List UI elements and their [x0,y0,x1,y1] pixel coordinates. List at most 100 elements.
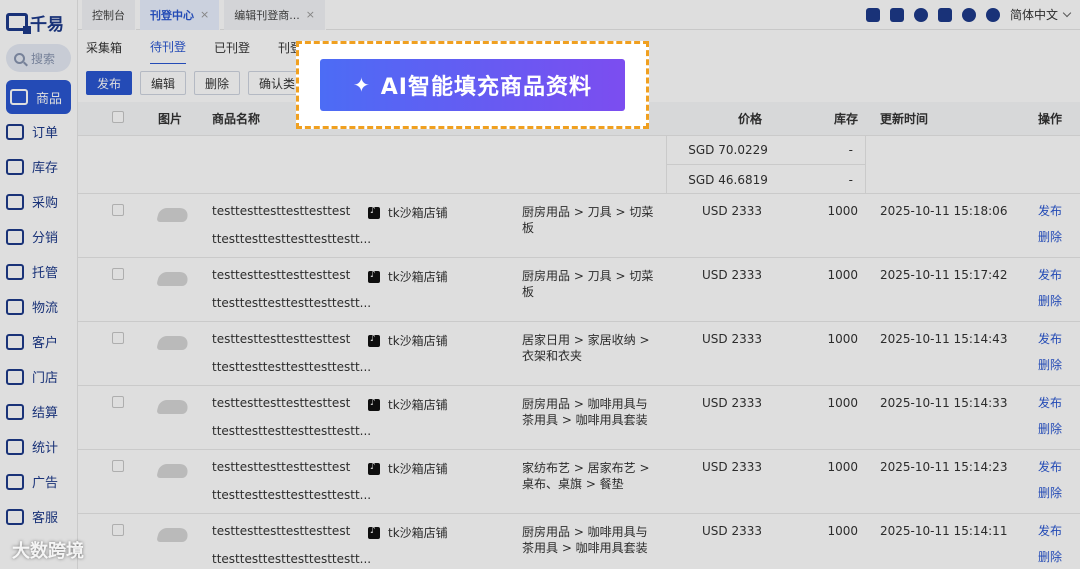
shop-name: tk沙箱店铺 [388,206,448,220]
tiktok-icon [368,334,380,347]
product-price: USD 2333 [702,396,762,410]
publish-button[interactable]: 发布 [86,71,133,95]
tab-console[interactable]: 控制台 [82,0,136,30]
product-category: 厨房用品 > 刀具 > 切菜板 [522,269,654,299]
order-icon [6,123,24,140]
row-checkbox[interactable] [112,332,124,344]
product-name[interactable]: testtesttesttesttesttest [212,332,368,346]
sidebar-item-label: 托管 [32,266,59,281]
subtab-published[interactable]: 已刊登 [214,31,250,64]
logo-text: 千易 [30,14,64,35]
sidebar-item-customers[interactable]: 客户 [0,324,77,359]
download-icon[interactable] [889,7,904,22]
product-name[interactable]: testtesttesttesttesttest [212,396,368,410]
header-updated: 更新时间 [880,112,929,126]
product-category: 居家日用 > 家居收纳 > 衣架和衣夹 [522,333,650,363]
updated-time: 2025-10-11 15:18:06 [880,204,1008,218]
help-icon[interactable] [961,7,976,22]
close-icon[interactable]: × [200,8,209,21]
sidebar-item-products[interactable]: 商品 [6,80,71,114]
row-publish-link[interactable]: 发布 [1038,396,1080,410]
row-delete-link[interactable]: 删除 [1038,358,1080,372]
sidebar-item-hosting[interactable]: 托管 [0,254,77,289]
shop-name: tk沙箱店铺 [388,526,448,540]
tab-publish-center[interactable]: 刊登中心 × [140,0,221,30]
subtab-pending[interactable]: 待刊登 [150,30,187,65]
product-category: 厨房用品 > 刀具 > 切菜板 [522,205,654,235]
header-image: 图片 [158,112,183,126]
sidebar-item-purchase[interactable]: 采购 [0,184,77,219]
search-placeholder: 搜索 [31,51,56,66]
ai-fill-product-button[interactable]: ✦ AI智能填充商品资料 [320,59,625,111]
avatar-icon[interactable] [985,7,1000,22]
product-stock: 1000 [827,524,858,538]
sidebar: 千易 搜索 商品 订单 库存 采购 分销 托管 物流 客户 门店 结算 统计 广… [0,0,78,569]
tab-edit-listing[interactable]: 编辑刊登商... × [224,0,326,30]
truck-icon [6,298,24,315]
variant-stock: - [848,172,853,187]
close-icon[interactable]: × [306,8,315,21]
row-delete-link[interactable]: 删除 [1038,422,1080,436]
row-checkbox[interactable] [112,204,124,216]
edit-button[interactable]: 编辑 [140,71,187,95]
table-row: testtesttesttesttesttest ttesttesttestte… [78,194,1080,258]
clipboard-icon[interactable] [865,7,880,22]
row-checkbox[interactable] [112,268,124,280]
app-logo[interactable]: 千易 [0,0,77,44]
row-delete-link[interactable]: 删除 [1038,486,1080,500]
fullscreen-icon[interactable] [937,7,952,22]
row-delete-link[interactable]: 删除 [1038,230,1080,244]
product-thumbnail[interactable] [156,336,190,350]
sidebar-item-service[interactable]: 客服 [0,499,77,534]
product-thumbnail[interactable] [156,528,190,542]
table-row: testtesttesttesttesttest ttesttesttestte… [78,258,1080,322]
shop-name: tk沙箱店铺 [388,462,448,476]
product-name[interactable]: testtesttesttesttesttest [212,204,368,218]
product-thumbnail[interactable] [156,400,190,414]
row-publish-link[interactable]: 发布 [1038,268,1080,282]
top-tabbar: 控制台 刊登中心 × 编辑刊登商... × 简体中文 [78,0,1080,30]
product-thumbnail[interactable] [156,272,190,286]
language-select[interactable]: 简体中文 [1010,6,1070,23]
row-checkbox[interactable] [112,460,124,472]
subtab-collection-box[interactable]: 采集箱 [86,31,122,64]
sidebar-search[interactable]: 搜索 [6,44,71,72]
product-thumbnail[interactable] [156,464,190,478]
select-all-checkbox[interactable] [112,111,124,123]
table-row: testtesttesttesttesttest ttesttesttestte… [78,450,1080,514]
product-price: USD 2333 [702,524,762,538]
product-name[interactable]: testtesttesttesttesttest [212,524,368,538]
tiktok-icon [368,526,380,539]
shop-name: tk沙箱店铺 [388,270,448,284]
sidebar-item-logistics[interactable]: 物流 [0,289,77,324]
box-icon [10,89,28,105]
row-publish-link[interactable]: 发布 [1038,204,1080,218]
product-name-cont: ttesttesttesttesttesttestt... [212,488,372,502]
sidebar-item-statistics[interactable]: 统计 [0,429,77,464]
row-checkbox[interactable] [112,524,124,536]
row-checkbox[interactable] [112,396,124,408]
row-publish-link[interactable]: 发布 [1038,332,1080,346]
sidebar-item-inventory[interactable]: 库存 [0,149,77,184]
table-row: testtesttesttesttesttest ttesttesttestte… [78,322,1080,386]
sidebar-item-settlement[interactable]: 结算 [0,394,77,429]
row-delete-link[interactable]: 删除 [1038,294,1080,308]
sidebar-item-ads[interactable]: 广告 [0,464,77,499]
product-name[interactable]: testtesttesttesttesttest [212,268,368,282]
row-publish-link[interactable]: 发布 [1038,460,1080,474]
sidebar-item-label: 统计 [32,441,59,456]
location-icon [6,368,24,385]
row-publish-link[interactable]: 发布 [1038,524,1080,538]
updated-time: 2025-10-11 15:14:11 [880,524,1008,538]
product-name[interactable]: testtesttesttesttesttest [212,460,368,474]
product-name-cont: ttesttesttesttesttesttestt... [212,552,372,566]
sidebar-item-stores[interactable]: 门店 [0,359,77,394]
bell-icon[interactable] [913,7,928,22]
product-thumbnail[interactable] [156,208,190,222]
sidebar-item-orders[interactable]: 订单 [0,114,77,149]
product-stock: 1000 [827,204,858,218]
delete-button[interactable]: 删除 [194,71,241,95]
product-stock: 1000 [827,460,858,474]
row-delete-link[interactable]: 删除 [1038,550,1080,564]
sidebar-item-distribution[interactable]: 分销 [0,219,77,254]
